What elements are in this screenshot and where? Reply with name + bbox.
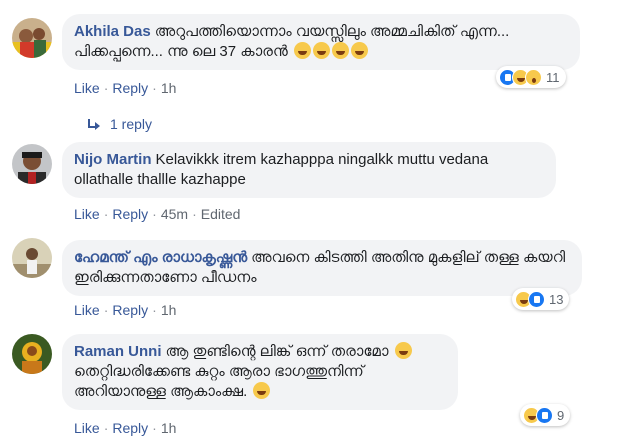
edited-label[interactable]: Edited (201, 206, 241, 222)
reply-link[interactable]: Reply (112, 302, 148, 318)
view-replies-link[interactable]: 1 reply (88, 116, 152, 132)
reply-link[interactable]: Reply (112, 420, 148, 436)
timestamp[interactable]: 1h (161, 420, 177, 436)
reaction-count: 13 (549, 291, 564, 307)
like-link[interactable]: Like (74, 420, 100, 436)
comment-actions: Like · Reply · 1h (74, 420, 177, 436)
avatar[interactable] (12, 18, 52, 58)
timestamp[interactable]: 1h (161, 302, 177, 318)
wow-icon (525, 68, 542, 86)
comment-actions: Like · Reply · 1h (74, 302, 177, 318)
comment-author[interactable]: ഹേമന്ത് എം രാധാകൃഷ്ണൻ (74, 249, 247, 266)
laughing-emoji-icon (332, 42, 349, 59)
laughing-emoji-icon (351, 42, 368, 59)
like-link[interactable]: Like (74, 206, 100, 222)
comment-bubble: ഹേമന്ത് എം രാധാകൃഷ്ണൻ അവനെ കിടത്തി അതിനു … (62, 240, 582, 296)
comment-line-3: അറിയാനുള്ള ആകാംക്ഷ. (74, 382, 446, 402)
like-link[interactable]: Like (74, 80, 100, 96)
like-icon (536, 406, 553, 424)
timestamp[interactable]: 1h (161, 80, 177, 96)
like-icon (528, 290, 545, 308)
comment-bubble: Akhila Das അറുപത്തിയൊന്നാം വയസ്സിലും അമ്മ… (62, 14, 580, 70)
laughing-emoji-icon (294, 42, 311, 59)
reaction-summary[interactable]: 13 (512, 288, 570, 310)
reaction-count: 9 (557, 407, 565, 423)
comment-bubble: Nijo Martin Kelavikkk itrem kazhapppa nin… (62, 142, 556, 198)
comment-author[interactable]: Akhila Das (74, 23, 151, 40)
laughing-emoji-icon (253, 382, 271, 399)
avatar[interactable] (12, 144, 52, 184)
reply-link[interactable]: Reply (112, 80, 148, 96)
kiss-emoji-icon (394, 342, 412, 359)
timestamp[interactable]: 45m (161, 206, 188, 222)
reply-link[interactable]: Reply (112, 206, 148, 222)
laughing-emoji-icon (313, 42, 330, 59)
reply-arrow-icon (88, 119, 100, 130)
reaction-summary[interactable]: 9 (520, 404, 571, 426)
avatar[interactable] (12, 334, 52, 374)
comment-text: ആ തുണ്ടിന്റെ ലിങ്ക് ഒന്ന് തരാമോ (165, 343, 389, 360)
comment-line-1: Raman Unni ആ തുണ്ടിന്റെ ലിങ്ക് ഒന്ന് തരാമ… (74, 342, 446, 362)
reaction-summary[interactable]: 11 (496, 66, 566, 88)
reaction-count: 11 (546, 69, 560, 85)
comment-line-2: തെറ്റിദ്ധരിക്കേണ്ട കുറ്റം ആരാ ഭാഗത്തുനിന… (74, 363, 364, 380)
comment-actions: Like · Reply · 45m · Edited (74, 206, 241, 222)
comment-bubble: Raman Unni ആ തുണ്ടിന്റെ ലിങ്ക് ഒന്ന് തരാമ… (62, 334, 458, 410)
comment-author[interactable]: Nijo Martin (74, 151, 152, 168)
comment-actions: Like · Reply · 1h (74, 80, 177, 96)
comment-author[interactable]: Raman Unni (74, 343, 162, 360)
like-link[interactable]: Like (74, 302, 100, 318)
avatar[interactable] (12, 238, 52, 278)
replies-count[interactable]: 1 reply (110, 116, 152, 132)
